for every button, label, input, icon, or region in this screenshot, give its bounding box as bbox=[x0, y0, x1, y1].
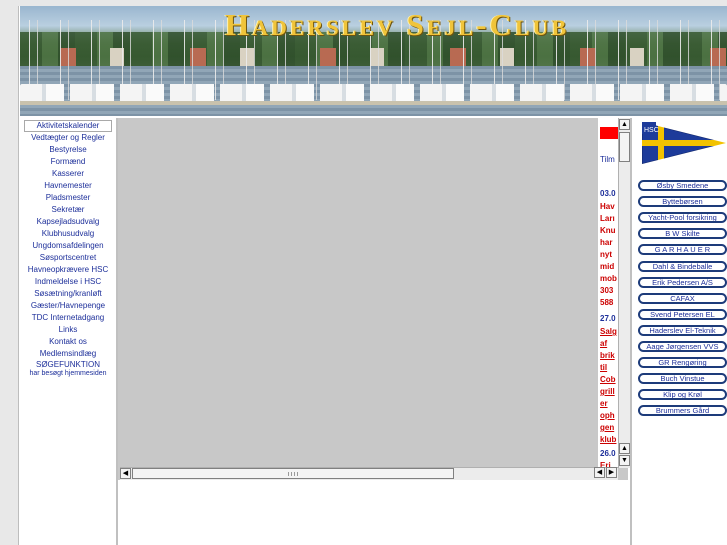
scroll-left-icon[interactable]: ◀ bbox=[120, 468, 131, 479]
main-content-frame bbox=[118, 118, 628, 480]
news-horizontal-scroll-buttons: ◀ ▶ bbox=[594, 467, 618, 479]
sponsor-link-gr-rengoring[interactable]: GR Rengøring bbox=[638, 357, 727, 368]
club-pennant-icon: HSC bbox=[642, 122, 726, 164]
sponsor-link-buch-vinstue[interactable]: Buch Vinstue bbox=[638, 373, 727, 384]
nav-link-formaend[interactable]: Formænd bbox=[20, 156, 116, 168]
news-intro-text: Tilm bbox=[600, 155, 615, 164]
news-item-2[interactable]: Salg af brik til Cob grill er oph gen kl… bbox=[600, 326, 617, 446]
scroll-grip-icon bbox=[288, 472, 300, 476]
news-item-2-link[interactable]: Salg bbox=[600, 326, 617, 338]
news-item-1-line: Hav bbox=[600, 202, 615, 211]
sponsor-link-cafax[interactable]: CAFAX bbox=[638, 293, 727, 304]
nav-link-havneopkraevere[interactable]: Havneopkrævere HSC bbox=[20, 264, 116, 276]
scroll-up-icon[interactable]: ▲ bbox=[619, 443, 630, 454]
news-item-1-line: 303 bbox=[600, 286, 614, 295]
news-item-2-link[interactable]: Cob bbox=[600, 374, 617, 386]
nav-link-tdc[interactable]: TDC Internetadgang bbox=[20, 312, 116, 324]
news-item-1-line: mob bbox=[600, 274, 617, 283]
news-scroll-buttons: ▲ ▼ bbox=[619, 443, 630, 467]
nav-link-soesaetning[interactable]: Søsætning/kranløft bbox=[20, 288, 116, 300]
sponsor-column: HSC Øsby Smedene Byttebørsen Yacht-Pool … bbox=[630, 118, 727, 545]
news-item-1-line: 588 bbox=[600, 298, 614, 307]
nav-link-ungdomsafdelingen[interactable]: Ungdomsafdelingen bbox=[20, 240, 116, 252]
nav-link-soesportscentret[interactable]: Søsportscentret bbox=[20, 252, 116, 264]
nav-link-aktivitetskalender[interactable]: Aktivitetskalender bbox=[24, 120, 112, 132]
sponsor-link-haderslev-el-teknik[interactable]: Haderslev El-Teknik bbox=[638, 325, 727, 336]
main-scroll-thumb[interactable] bbox=[132, 468, 454, 479]
banner-pier bbox=[20, 101, 727, 105]
nav-link-pladsmester[interactable]: Pladsmester bbox=[20, 192, 116, 204]
sponsor-link-bw-skilte[interactable]: B W Skilte bbox=[638, 228, 727, 239]
news-item-2-link[interactable]: brik bbox=[600, 350, 617, 362]
news-item-1-line: Ları bbox=[600, 214, 615, 223]
nav-link-kontakt[interactable]: Kontakt os bbox=[20, 336, 116, 348]
sponsor-link-erik-pedersen[interactable]: Erik Pedersen A/S bbox=[638, 277, 727, 288]
nav-link-soegefunktion[interactable]: SØGEFUNKTION bbox=[20, 360, 116, 369]
news-item-1-line: Knu bbox=[600, 226, 616, 235]
news-item-1-line: mid bbox=[600, 262, 615, 271]
nav-link-indmeldelse[interactable]: Indmeldelse i HSC bbox=[20, 276, 116, 288]
left-navigation: Aktivitetskalender Vedtægter og Regler B… bbox=[20, 118, 118, 545]
news-item-2-link[interactable]: er bbox=[600, 398, 617, 410]
news-date-1: 03.0 bbox=[600, 189, 616, 198]
news-flag-marker bbox=[600, 127, 618, 139]
nav-link-havnemester[interactable]: Havnemester bbox=[20, 180, 116, 192]
news-item-2-link[interactable]: oph bbox=[600, 410, 617, 422]
news-date-3: 26.0 bbox=[600, 449, 616, 458]
sponsor-link-klip-og-krol[interactable]: Klip og Krøl bbox=[638, 389, 727, 400]
news-scroll-thumb[interactable] bbox=[619, 132, 630, 162]
main-horizontal-scrollbar[interactable]: ◀ bbox=[120, 467, 618, 480]
visitor-counter-text: har besøgt hjemmesiden bbox=[29, 370, 107, 377]
nav-link-kapsejladsudvalg[interactable]: Kapsejladsudvalg bbox=[20, 216, 116, 228]
outer-frame-border bbox=[0, 0, 19, 545]
site-title: Haderslev Sejl-Club bbox=[225, 7, 570, 42]
sponsor-link-osby-smedene[interactable]: Øsby Smedene bbox=[638, 180, 727, 191]
nav-link-vedtaegter[interactable]: Vedtægter og Regler bbox=[20, 132, 116, 144]
sponsor-link-byttebørsen[interactable]: Byttebørsen bbox=[638, 196, 727, 207]
pennant-label: HSC bbox=[644, 127, 659, 134]
header-banner: Haderslev Sejl-Club bbox=[20, 6, 727, 116]
news-item-2-link[interactable]: af bbox=[600, 338, 617, 350]
scroll-up-icon[interactable]: ▲ bbox=[619, 119, 630, 130]
scroll-down-icon[interactable]: ▼ bbox=[619, 455, 630, 466]
nav-link-sekretaer[interactable]: Sekretær bbox=[20, 204, 116, 216]
sponsor-link-garhauer[interactable]: G A R H A U E R bbox=[638, 244, 727, 255]
scroll-left-icon[interactable]: ◀ bbox=[594, 467, 605, 478]
scroll-right-icon[interactable]: ▶ bbox=[606, 467, 617, 478]
nav-link-medlemsindlaeg[interactable]: Medlemsindlæg bbox=[20, 348, 116, 360]
sponsor-link-aage-jorgensen[interactable]: Aage Jørgensen VVS bbox=[638, 341, 727, 352]
news-item-2-link[interactable]: klub bbox=[600, 434, 617, 446]
news-frame: Tilm 03.0 Hav Ları Knu har nyt mid mob 3… bbox=[598, 118, 618, 468]
page: Haderslev Sejl-Club Aktivitetskalender V… bbox=[0, 0, 727, 545]
news-item-2-link[interactable]: grill bbox=[600, 386, 617, 398]
nav-link-links[interactable]: Links bbox=[20, 324, 116, 336]
sponsor-link-dahl-bindeballe[interactable]: Dahl & Bindeballe bbox=[638, 261, 727, 272]
sponsor-link-yacht-pool[interactable]: Yacht-Pool forsikring bbox=[638, 212, 727, 223]
news-item-2-link[interactable]: til bbox=[600, 362, 617, 374]
sponsor-link-svend-petersen[interactable]: Svend Petersen EL bbox=[638, 309, 727, 320]
sponsor-link-brummers-gaard[interactable]: Brummers Gård bbox=[638, 405, 727, 416]
nav-link-klubhusudvalg[interactable]: Klubhusudvalg bbox=[20, 228, 116, 240]
news-item-1: Hav Ları Knu har nyt mid mob 303 588 bbox=[600, 201, 617, 309]
banner-boats bbox=[20, 84, 727, 102]
nav-link-bestyrelse[interactable]: Bestyrelse bbox=[20, 144, 116, 156]
nav-link-kasserer[interactable]: Kasserer bbox=[20, 168, 116, 180]
news-date-2: 27.0 bbox=[600, 314, 616, 323]
news-item-1-line: har bbox=[600, 238, 613, 247]
nav-link-gaester[interactable]: Gæster/Havnepenge bbox=[20, 300, 116, 312]
news-item-1-line: nyt bbox=[600, 250, 612, 259]
main-frame-footer-area bbox=[118, 480, 628, 545]
news-item-2-link[interactable]: gen bbox=[600, 422, 617, 434]
